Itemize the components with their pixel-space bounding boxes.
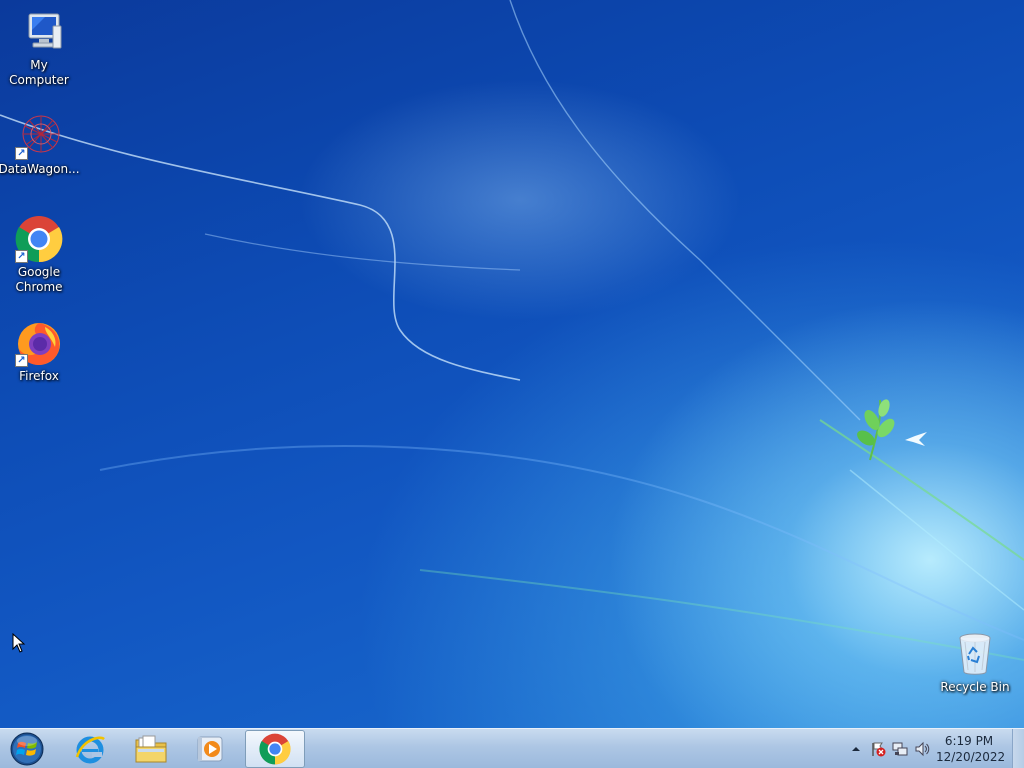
desktop-icon-label: DataWagon... [0, 162, 80, 176]
chrome-icon: ↗ [15, 215, 63, 263]
computer-icon [15, 8, 63, 56]
desktop-icon-my-computer[interactable]: My Computer [0, 8, 78, 88]
chrome-icon [259, 733, 291, 765]
desktop-icon-recycle-bin[interactable]: Recycle Bin [936, 630, 1014, 695]
mouse-cursor-icon [12, 633, 26, 653]
network-icon[interactable] [892, 741, 908, 757]
taskbar-button-file-explorer[interactable] [123, 730, 179, 768]
shortcut-arrow-icon: ↗ [15, 354, 28, 367]
windows-start-orb-icon [10, 732, 44, 766]
recycle-bin-icon [951, 630, 999, 678]
internet-explorer-icon [75, 736, 105, 764]
system-tray: 6:19 PM 12/20/2022 [834, 729, 1024, 768]
clock-date: 12/20/2022 [936, 750, 1006, 764]
start-button[interactable] [8, 731, 46, 767]
desktop-icon-firefox[interactable]: ↗ Firefox [0, 319, 78, 384]
taskbar-button-chrome[interactable] [245, 730, 305, 768]
action-center-flag-icon[interactable] [870, 741, 886, 757]
show-desktop-button[interactable] [1012, 729, 1024, 768]
wallpaper-swirls [0, 0, 1024, 661]
desktop[interactable]: My Computer ↗ DataWagon... ↗ Google Chro… [0, 0, 1024, 728]
desktop-icon-google-chrome[interactable]: ↗ Google Chrome [0, 215, 78, 295]
media-player-icon [197, 736, 223, 762]
bird-decoration [905, 432, 927, 446]
taskbar: 6:19 PM 12/20/2022 [0, 728, 1024, 768]
desktop-icon-datawagon[interactable]: ↗ DataWagon... [0, 112, 80, 177]
clock-time: 6:19 PM [944, 734, 994, 748]
shortcut-arrow-icon: ↗ [15, 147, 28, 160]
leaf-decoration [857, 399, 895, 461]
desktop-icon-label: Firefox [19, 369, 59, 383]
taskbar-button-internet-explorer[interactable] [62, 730, 118, 768]
show-hidden-icons-arrow-icon[interactable] [848, 741, 864, 757]
clock[interactable]: 6:19 PM 12/20/2022 [936, 733, 1006, 765]
datawagon-icon: ↗ [15, 112, 63, 160]
desktop-icon-label: My Computer [9, 58, 69, 87]
desktop-icon-label: Google Chrome [15, 265, 63, 294]
desktop-icon-label: Recycle Bin [940, 680, 1010, 694]
firefox-icon: ↗ [15, 319, 63, 367]
volume-icon[interactable] [914, 741, 930, 757]
file-explorer-icon [135, 735, 167, 763]
shortcut-arrow-icon: ↗ [15, 250, 28, 263]
taskbar-button-media-player[interactable] [183, 730, 239, 768]
